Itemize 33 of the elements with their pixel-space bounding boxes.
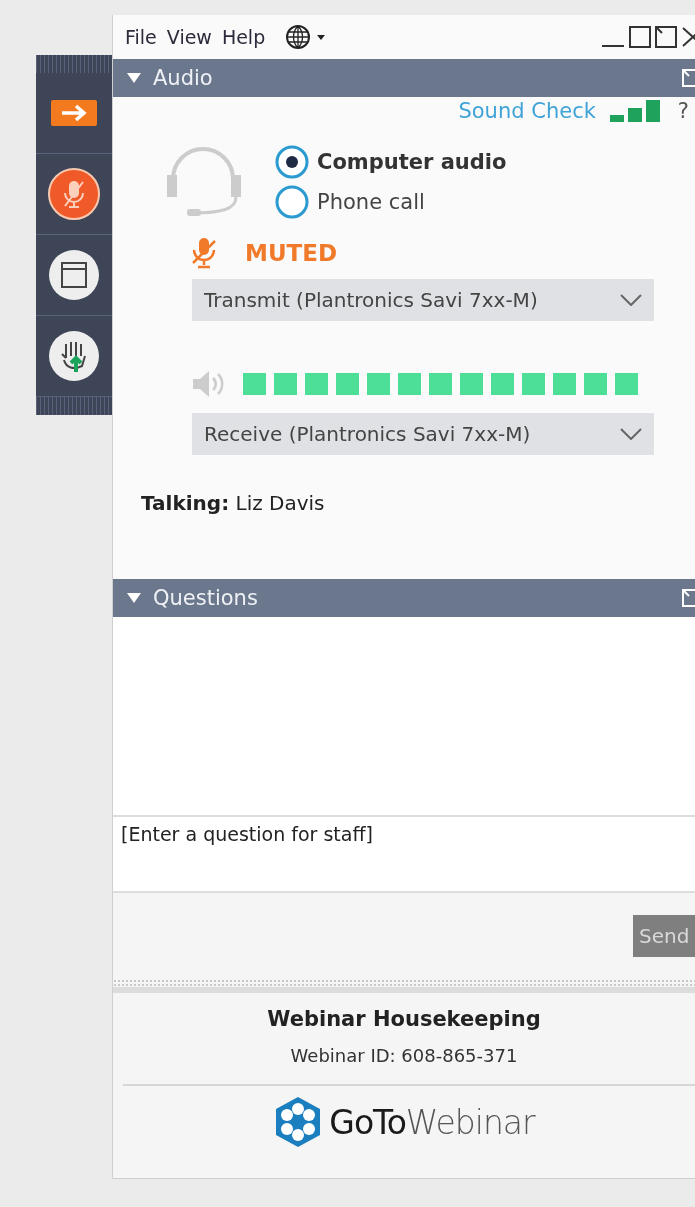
collapse-arrow-icon[interactable] xyxy=(127,593,141,603)
grip-handle[interactable] xyxy=(36,397,112,415)
webinar-id: Webinar ID: 608-865-371 xyxy=(290,1045,518,1066)
menu-item[interactable]: Help xyxy=(221,26,266,48)
splitter-handle[interactable] xyxy=(113,979,695,993)
muted-status: MUTED xyxy=(245,240,338,266)
chevron-down-icon xyxy=(620,294,642,306)
webinar-title: Webinar Housekeeping xyxy=(267,1007,541,1031)
question-input[interactable]: [Enter a question for staff] xyxy=(113,815,695,893)
popout-icon[interactable] xyxy=(655,26,677,48)
panel-header[interactable]: Audio xyxy=(113,59,695,97)
menu-item[interactable]: View xyxy=(166,26,212,48)
microphone-off-icon[interactable] xyxy=(48,168,100,220)
transmit-dropdown[interactable]: Transmit (Plantronics Savi 7xx-M) xyxy=(192,279,654,321)
panel-title: Audio xyxy=(153,66,214,90)
raise-hand-icon[interactable] xyxy=(48,330,100,382)
collapse-arrow-icon[interactable] xyxy=(127,73,141,83)
logo-text: GoToWebinar xyxy=(329,1102,535,1142)
radio-option[interactable]: Computer audio xyxy=(275,145,507,179)
menu-item[interactable]: File xyxy=(125,26,157,48)
maximize-icon[interactable] xyxy=(629,26,651,48)
receive-dropdown[interactable]: Receive (Plantronics Savi 7xx-M) xyxy=(192,413,654,455)
chevron-down-icon xyxy=(620,428,642,440)
panel-title: Questions xyxy=(153,586,259,610)
radio-icon[interactable] xyxy=(275,145,309,179)
panel-header[interactable]: Questions xyxy=(113,579,695,617)
help-icon[interactable]: ? xyxy=(677,99,689,123)
close-icon[interactable] xyxy=(681,26,695,48)
window-icon[interactable] xyxy=(48,249,100,301)
grip-handle[interactable] xyxy=(36,55,112,73)
talking-status: Talking: Liz Davis xyxy=(141,491,326,515)
radio-option[interactable]: Phone call xyxy=(275,185,507,219)
radio-icon[interactable] xyxy=(275,185,309,219)
